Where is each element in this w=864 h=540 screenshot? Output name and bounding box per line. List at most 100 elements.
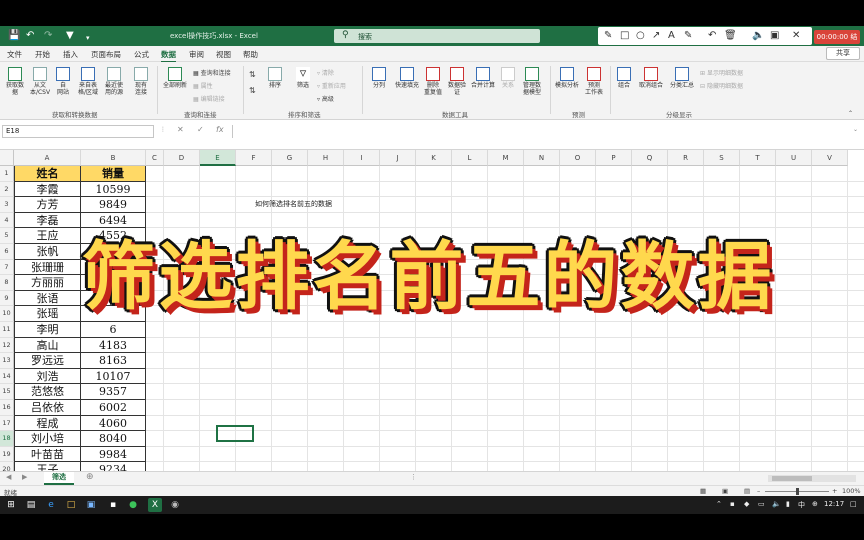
column-header-h[interactable]: H [308,150,344,166]
prev-sheet-icon[interactable]: ◀ [6,473,11,481]
clear-button[interactable]: ▿ 清除 [317,68,334,77]
table-cell-name[interactable]: 叶苗苗 [14,446,81,463]
network-icon[interactable]: ▭ [758,500,765,508]
notification-icon[interactable]: □ [850,500,857,508]
group-button[interactable]: 组合 [614,67,634,89]
existing-connections-button[interactable]: 现有 连接 [130,67,152,96]
queries-connections-button[interactable]: ▦ 查询和连接 [193,68,231,77]
table-cell-sales[interactable]: 4183 [81,337,146,354]
column-header-n[interactable]: N [524,150,560,166]
store-icon[interactable]: ▣ [84,498,98,512]
battery-icon[interactable]: ▮ [786,500,790,508]
row-header-12[interactable]: 12 [0,337,14,354]
table-cell-name[interactable]: 范悠悠 [14,384,81,400]
row-header-17[interactable]: 17 [0,415,14,432]
row-header-5[interactable]: 5 [0,228,14,244]
rectangle-icon[interactable]: □ [620,30,629,42]
column-header-m[interactable]: M [488,150,524,166]
menu-page-layout[interactable]: 页面布局 [91,49,121,60]
table-cell-sales[interactable]: 9849 [81,197,146,213]
sheet-tab-filter[interactable]: 筛选 [44,472,74,485]
table-cell-sales[interactable]: 10107 [81,368,146,385]
table-cell-name[interactable]: 罗远远 [14,353,81,369]
column-header-e[interactable]: E [200,150,236,166]
next-sheet-icon[interactable]: ▶ [22,473,27,481]
undo-annotation-icon[interactable]: ↶ [708,30,716,42]
close-icon[interactable]: ✕ [792,30,800,42]
from-table-button[interactable]: 来自表 格/区域 [76,67,100,96]
column-header-q[interactable]: Q [632,150,668,166]
flash-fill-button[interactable]: 快速填充 [392,67,422,89]
menu-home[interactable]: 开始 [35,49,50,60]
volume-icon[interactable]: 🔈 [772,500,781,508]
start-icon[interactable]: ⊞ [4,498,18,512]
column-header-c[interactable]: C [146,150,164,166]
ungroup-button[interactable]: 取消组合 [636,67,666,89]
column-header-d[interactable]: D [164,150,200,166]
table-cell-name[interactable]: 王子 [14,462,81,471]
text-icon[interactable]: A [668,30,675,42]
table-cell-sales[interactable]: 9984 [81,446,146,463]
header-cell-name[interactable]: 姓名 [14,166,81,182]
column-header-j[interactable]: J [380,150,416,166]
table-cell-name[interactable]: 李霞 [14,181,81,198]
confirm-entry-icon[interactable]: ✓ [197,125,204,134]
horizontal-scroll-thumb[interactable] [772,476,812,481]
camera-icon[interactable]: ▣ [770,30,779,42]
zoom-slider-thumb[interactable] [796,488,799,495]
relationships-button[interactable]: 关系 [498,67,518,89]
header-cell-sales[interactable]: 销量 [81,166,146,182]
table-cell-sales[interactable]: 6002 [81,400,146,416]
table-cell-sales[interactable]: 8163 [81,353,146,369]
menu-formulas[interactable]: 公式 [134,49,149,60]
table-cell-sales[interactable]: 9357 [81,384,146,400]
table-cell-name[interactable]: 李明 [14,322,81,338]
remove-duplicates-button[interactable]: 删除 重复值 [422,67,444,96]
tab-split-grip-icon[interactable]: ⋮ [410,473,417,481]
row-header-19[interactable]: 19 [0,446,14,463]
advanced-filter-button[interactable]: ▿ 高级 [317,94,334,103]
from-web-button[interactable]: 自网站 [54,67,72,96]
properties-button[interactable]: ▦ 属性 [193,81,213,90]
hide-detail-button[interactable]: ⊟ 隐藏明细数据 [700,81,743,90]
select-all-corner[interactable] [0,150,14,166]
reapply-button[interactable]: ▿ 重新应用 [317,81,346,90]
sort-az-icon[interactable]: ⇅ [249,70,256,79]
row-header-18[interactable]: 18 [0,431,14,447]
manage-data-model-button[interactable]: 管理数 据模型 [520,67,544,96]
filter-button[interactable]: ▿ 筛选 [292,67,314,89]
data-validation-button[interactable]: 数据验证 [446,67,468,96]
row-header-1[interactable]: 1 [0,166,14,182]
customize-qat-icon[interactable]: ▾ [86,32,90,44]
horizontal-scrollbar[interactable] [768,475,856,482]
menu-review[interactable]: 审阅 [189,49,204,60]
filter-icon[interactable]: ▼ [66,30,74,42]
column-header-g[interactable]: G [272,150,308,166]
menu-view[interactable]: 视图 [216,49,231,60]
collapse-ribbon-icon[interactable]: ⌃ [848,110,853,117]
marker-icon[interactable]: ✎ [684,30,692,42]
column-header-u[interactable]: U [776,150,812,166]
record-app-icon[interactable]: ◉ [168,498,182,512]
ime-mode-icon[interactable]: ⊕ [812,500,818,508]
table-cell-name[interactable]: 方芳 [14,197,81,213]
normal-view-icon[interactable]: ▦ [700,487,706,495]
recent-sources-button[interactable]: 最近使 用的源 [102,67,126,96]
column-header-o[interactable]: O [560,150,596,166]
insert-function-icon[interactable]: fx [216,125,224,134]
row-header-20[interactable]: 20 [0,462,14,471]
row-header-15[interactable]: 15 [0,384,14,400]
table-cell-sales[interactable]: 4060 [81,415,146,432]
table-cell-sales[interactable]: 6 [81,322,146,338]
menu-data[interactable]: 数据 [161,49,176,63]
table-cell-name[interactable]: 高山 [14,337,81,354]
clock[interactable]: 12:17 [824,500,844,508]
column-header-p[interactable]: P [596,150,632,166]
row-header-10[interactable]: 10 [0,306,14,322]
text-to-columns-button[interactable]: 分列 [368,67,390,89]
edge-icon[interactable]: e [44,498,58,512]
column-header-t[interactable]: T [740,150,776,166]
get-data-button[interactable]: 获取数据 [4,67,26,96]
column-header-i[interactable]: I [344,150,380,166]
add-sheet-icon[interactable]: ⊕ [86,472,94,482]
